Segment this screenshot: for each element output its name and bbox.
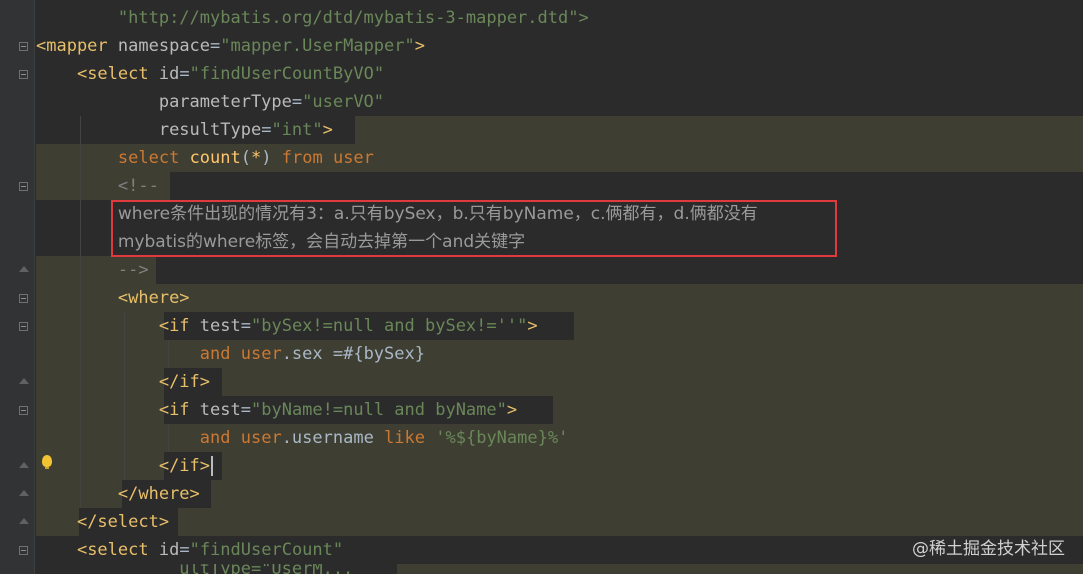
namespace-attr: namespace <box>117 36 211 56</box>
code-line-19[interactable]: </select> <box>36 508 169 536</box>
code-editor[interactable]: "http://mybatis.org/dtd/mybatis-3-mapper… <box>0 0 1083 574</box>
resulttype-attr: resultType <box>158 120 262 140</box>
sql-keyword-from: from <box>281 148 323 168</box>
code-line-21[interactable]: ultType="UserM... <box>36 564 353 574</box>
sql-function-count: count <box>189 148 241 168</box>
select-tag: <select <box>76 540 149 560</box>
code-line-17[interactable]: </if> <box>36 452 214 480</box>
doctype-url: "http://mybatis.org/dtd/mybatis-3-mapper… <box>117 8 589 28</box>
sql-highlight-10 <box>222 368 1083 396</box>
watermark: @稀土掘金技术社区 <box>912 539 1065 559</box>
if-tag: <if <box>158 400 190 420</box>
fold-toggle-icon[interactable] <box>19 42 28 51</box>
tag-close: > <box>527 316 538 336</box>
code-line-14[interactable]: </if> <box>36 368 210 396</box>
code-line-11[interactable]: <where> <box>36 284 190 312</box>
id-attr: id <box>158 64 180 84</box>
sql-highlight-19 <box>178 508 1083 536</box>
code-line-5[interactable]: resultType="int"> <box>36 116 333 144</box>
where-close-tag: </where> <box>117 484 200 504</box>
paren: ( <box>240 148 251 168</box>
editor-gutter[interactable] <box>0 0 34 574</box>
tag-close: > <box>322 120 333 140</box>
gutter-divider <box>34 0 35 574</box>
namespace-value: "mapper.UserMapper" <box>220 36 415 56</box>
code-line-12[interactable]: <if test="bySex!=null and bySex!=''"> <box>36 312 538 340</box>
fold-end-icon[interactable] <box>19 490 29 496</box>
fold-toggle-icon[interactable] <box>19 546 28 555</box>
sql-highlight-17 <box>211 480 1083 508</box>
where-tag: <where> <box>117 288 190 308</box>
sql-condition: .sex =#{bySex} <box>281 344 425 364</box>
sql-keyword-like: like <box>384 428 426 448</box>
resulttype-value: "int" <box>271 120 323 140</box>
tag-close: > <box>506 400 518 420</box>
fold-end-icon[interactable] <box>19 462 29 468</box>
test-attr: test <box>199 316 241 336</box>
test-value: "byName!=null and byName" <box>251 400 507 420</box>
code-line-4[interactable]: parameterType="userVO" <box>36 88 384 116</box>
fold-end-icon[interactable] <box>19 378 29 384</box>
id-value: "findUserCount" <box>189 540 344 560</box>
sql-table-user: user <box>332 148 374 168</box>
sql-highlight-1 <box>355 116 1083 144</box>
tag-close: > <box>414 36 425 56</box>
if-tag: <if <box>158 316 190 336</box>
code-line-20[interactable]: <select id="findUserCount" <box>36 536 343 564</box>
parametertype-attr: parameterType <box>158 92 292 112</box>
code-line-3[interactable]: <select id="findUserCountByVO" <box>36 60 384 88</box>
if-close-tag: </if> <box>158 372 211 392</box>
sql-table-user: user <box>240 344 282 364</box>
paren: ) <box>261 148 272 168</box>
sql-keyword-select: select <box>117 148 180 168</box>
sql-highlight-15 <box>222 452 1083 480</box>
fold-end-icon[interactable] <box>19 518 29 524</box>
code-line-15[interactable]: <if test="byName!=null and byName"> <box>36 396 517 424</box>
code-line-10[interactable]: --> <box>36 256 149 284</box>
select-close-tag: </select> <box>76 512 170 532</box>
text-cursor <box>211 456 214 476</box>
sql-field-username: .username <box>281 428 374 448</box>
code-line-2[interactable]: <mapper namespace="mapper.UserMapper"> <box>36 32 425 60</box>
code-line-6[interactable]: select count(*) from user <box>36 144 374 172</box>
annotation-box <box>111 200 837 257</box>
comment-close: --> <box>117 260 149 280</box>
sql-table-user: user <box>240 428 282 448</box>
code-line-1[interactable]: "http://mybatis.org/dtd/mybatis-3-mapper… <box>36 4 589 32</box>
test-value: "bySex!=null and bySex!=''" <box>251 316 528 336</box>
code-line-13[interactable]: and user.sex =#{bySex} <box>36 340 425 368</box>
fold-toggle-icon[interactable] <box>19 322 28 331</box>
partial-line: ultType="UserM... <box>179 564 354 574</box>
id-value: "findUserCountByVO" <box>189 64 385 84</box>
sql-highlight-12 <box>553 396 1083 424</box>
fold-end-icon[interactable] <box>19 266 29 272</box>
sql-like-value: '%${byName}%' <box>435 428 569 448</box>
id-attr: id <box>158 540 180 560</box>
fold-toggle-icon[interactable] <box>19 182 28 191</box>
sql-keyword-and: and <box>199 344 231 364</box>
test-attr: test <box>199 400 241 420</box>
sql-highlight-20 <box>397 564 1083 574</box>
mapper-tag: <mapper <box>36 36 108 56</box>
comment-open: <!-- <box>117 176 159 196</box>
select-tag: <select <box>76 64 149 84</box>
sql-star: * <box>251 148 262 168</box>
sql-highlight-7 <box>574 312 1083 340</box>
parametertype-value: "userVO" <box>302 92 385 112</box>
code-line-18[interactable]: </where> <box>36 480 200 508</box>
code-line-7[interactable]: <!-- <box>36 172 159 200</box>
fold-toggle-icon[interactable] <box>19 406 28 415</box>
fold-toggle-icon[interactable] <box>19 70 28 79</box>
code-line-16[interactable]: and user.username like '%${byName}%' <box>36 424 569 452</box>
if-close-tag: </if> <box>158 456 211 476</box>
fold-toggle-icon[interactable] <box>19 294 28 303</box>
sql-highlight-5 <box>36 284 1083 312</box>
sql-keyword-and: and <box>199 428 231 448</box>
